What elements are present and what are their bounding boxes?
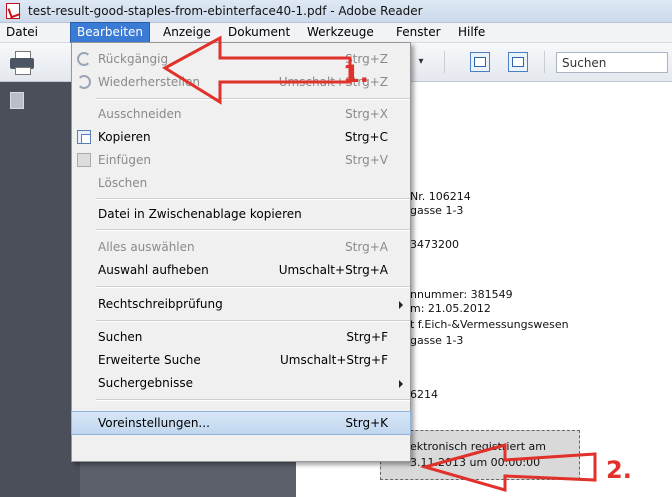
menu-item-rechtschreibpruefung[interactable]: Rechtschreibprüfung xyxy=(72,293,410,315)
doc-text-line: m: 21.05.2012 xyxy=(410,302,491,315)
pages-icon[interactable] xyxy=(6,89,24,109)
chevron-right-icon xyxy=(399,301,403,309)
doc-text-line: gasse 1-3 xyxy=(410,204,464,217)
doc-text-line: gasse 1-3 xyxy=(410,334,464,347)
menu-bearbeiten[interactable]: Bearbeiten xyxy=(70,22,150,43)
menu-datei[interactable]: Datei xyxy=(0,23,44,42)
menu-item-voreinstellungen[interactable]: Voreinstellungen... Strg+K xyxy=(71,411,411,435)
toolbar-separator xyxy=(544,51,545,73)
menu-hilfe[interactable]: Hilfe xyxy=(452,23,491,42)
menu-separator xyxy=(96,399,410,401)
menu-item-ausschneiden[interactable]: Ausschneiden Strg+X xyxy=(72,103,410,125)
copy-icon xyxy=(77,130,91,144)
menu-dokument[interactable]: Dokument xyxy=(222,23,296,42)
menu-separator xyxy=(96,286,410,288)
printer-icon[interactable] xyxy=(10,50,34,75)
menu-bar: Datei Bearbeiten Anzeige Dokument Werkze… xyxy=(0,22,672,43)
pdf-app-icon xyxy=(6,3,20,19)
doc-text-line: t f.Eich-&Vermessungswesen xyxy=(410,318,569,331)
undo-icon xyxy=(77,52,91,66)
menu-item-suchen[interactable]: Suchen Strg+F xyxy=(72,326,410,348)
annotation-label-2: 2. xyxy=(606,456,632,484)
menu-item-datei-in-zwischenablage[interactable]: Datei in Zwischenablage kopieren xyxy=(72,203,410,225)
toolbar-separator xyxy=(444,51,445,73)
fit-width-icon[interactable] xyxy=(470,52,490,72)
title-bar: test-result-good-staples-from-ebinterfac… xyxy=(0,0,672,23)
chevron-down-icon[interactable]: ▾ xyxy=(414,54,428,70)
doc-text-line: 3473200 xyxy=(410,238,459,251)
menu-item-loeschen[interactable]: Löschen xyxy=(72,172,410,194)
menu-werkzeuge[interactable]: Werkzeuge xyxy=(301,23,380,42)
paste-icon xyxy=(77,153,91,167)
stamp-text-line: 3.11.2013 um 00:00:00 xyxy=(410,456,541,469)
menu-item-auswahl-aufheben[interactable]: Auswahl aufheben Umschalt+Strg+A xyxy=(72,259,410,281)
menu-item-alles-auswaehlen[interactable]: Alles auswählen Strg+A xyxy=(72,236,410,258)
menu-item-einfuegen[interactable]: Einfügen Strg+V xyxy=(72,149,410,171)
navigation-panel xyxy=(0,82,80,497)
redo-icon xyxy=(77,75,91,89)
doc-text-line: Nr. 106214 xyxy=(410,190,471,203)
fit-page-icon[interactable] xyxy=(508,52,528,72)
doc-text-line: nnummer: 381549 xyxy=(410,288,513,301)
menu-separator xyxy=(96,320,410,322)
menu-separator xyxy=(96,98,410,100)
menu-fenster[interactable]: Fenster xyxy=(390,23,447,42)
menu-anzeige[interactable]: Anzeige xyxy=(157,23,217,42)
doc-text-line: 6214 xyxy=(410,388,438,401)
annotation-label-1: 1. xyxy=(343,60,369,88)
window-title: test-result-good-staples-from-ebinterfac… xyxy=(28,4,423,18)
menu-separator xyxy=(96,198,410,200)
edit-menu-dropdown: Rückgängig Strg+Z Wiederherstellen Umsch… xyxy=(71,42,411,462)
chevron-right-icon xyxy=(399,380,403,388)
menu-separator xyxy=(96,229,410,231)
search-input[interactable] xyxy=(556,52,668,73)
stamp-text-line: ektronisch registriert am xyxy=(410,440,547,453)
menu-item-kopieren[interactable]: Kopieren Strg+C xyxy=(72,126,410,148)
menu-item-suchergebnisse[interactable]: Suchergebnisse xyxy=(72,372,410,394)
menu-item-erweiterte-suche[interactable]: Erweiterte Suche Umschalt+Strg+F xyxy=(72,349,410,371)
